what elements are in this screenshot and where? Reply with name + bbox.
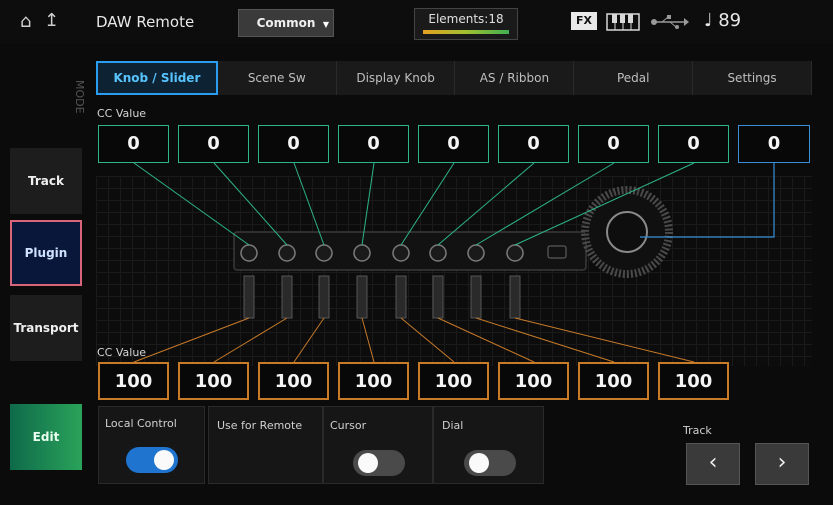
cursor-panel: Cursor <box>323 406 433 484</box>
local-control-panel: Local Control <box>98 406 205 484</box>
knob-7-icon <box>467 244 485 262</box>
slider-cc-value-2[interactable]: 100 <box>178 362 249 400</box>
slider-cc-value-4[interactable]: 100 <box>338 362 409 400</box>
knob-4-icon <box>353 244 371 262</box>
slider-cc-value-7[interactable]: 100 <box>578 362 649 400</box>
slider-cc-value-1[interactable]: 100 <box>98 362 169 400</box>
toggle-knob <box>358 453 378 473</box>
knob-8-icon <box>506 244 524 262</box>
knob-5-icon <box>392 244 410 262</box>
slider-1-icon <box>243 275 255 319</box>
slider-7-icon <box>470 275 482 319</box>
slider-4-icon <box>356 275 368 319</box>
knob-3-icon <box>315 244 333 262</box>
slider-connector-lines <box>133 317 695 363</box>
slider-row <box>243 275 521 319</box>
slider-cc-value-label: CC Value <box>97 346 147 359</box>
dial-panel: Dial <box>433 406 544 484</box>
track-prev-button[interactable]: ‹ <box>686 443 740 485</box>
chevron-right-icon: › <box>777 450 787 475</box>
toggle-knob <box>154 450 174 470</box>
dial-toggle[interactable] <box>464 450 516 476</box>
knob-2-icon <box>278 244 296 262</box>
slider-cc-value-6[interactable]: 100 <box>498 362 569 400</box>
chevron-left-icon: ‹ <box>708 450 718 475</box>
use-for-remote-panel: Use for Remote <box>208 406 323 484</box>
track-next-button[interactable]: › <box>755 443 809 485</box>
slider-3-icon <box>318 275 330 319</box>
slider-6-icon <box>432 275 444 319</box>
slider-2-icon <box>281 275 293 319</box>
local-control-toggle[interactable] <box>126 447 178 473</box>
dial-label: Dial <box>442 419 464 432</box>
slider-cc-value-8[interactable]: 100 <box>658 362 729 400</box>
knob-1-icon <box>240 244 258 262</box>
cursor-toggle[interactable] <box>353 450 405 476</box>
cursor-label: Cursor <box>330 419 367 432</box>
knob-6-icon <box>429 244 447 262</box>
slider-5-icon <box>395 275 407 319</box>
track-nav-label: Track <box>683 424 712 437</box>
dial-icon[interactable] <box>606 211 648 253</box>
use-for-remote-label: Use for Remote <box>217 419 303 432</box>
slider-cc-value-5[interactable]: 100 <box>418 362 489 400</box>
toggle-knob <box>469 453 489 473</box>
local-control-label: Local Control <box>105 417 177 430</box>
slider-cc-value-3[interactable]: 100 <box>258 362 329 400</box>
slider-8-icon <box>509 275 521 319</box>
